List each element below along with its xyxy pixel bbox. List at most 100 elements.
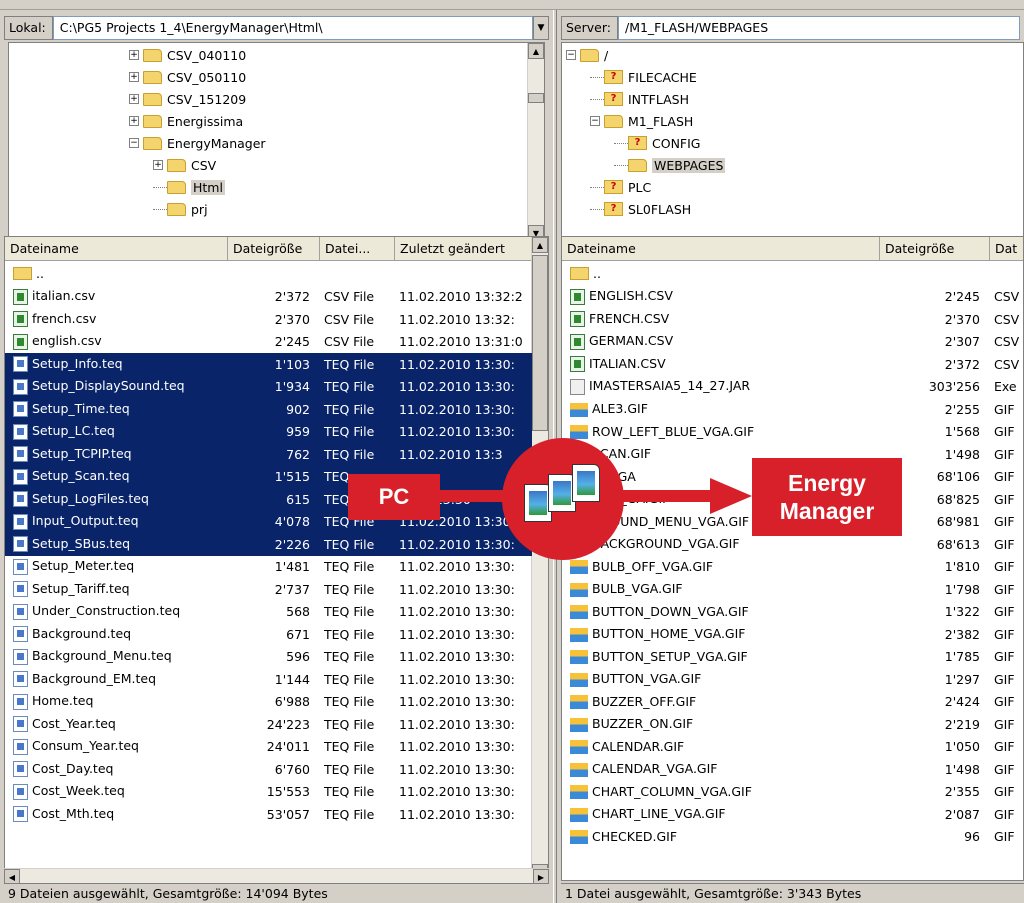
table-row[interactable]: Setup_Tariff.teq 2'737 TEQ File 11.02.2010 …	[5, 578, 532, 601]
table-row[interactable]: Setup_Info.teq 1'103 TEQ File 11.02.2010 13…	[5, 352, 532, 376]
scroll-up-icon[interactable]: ▲	[528, 43, 544, 59]
table-row[interactable]: FRENCH.CSV 2'370 CSV	[562, 308, 1023, 331]
table-row[interactable]: Cost_Week.teq 15'553 TEQ File 11.02.2010 13…	[5, 780, 532, 803]
col-header-type[interactable]: Datei...	[320, 237, 395, 260]
server-file-list[interactable]: Dateiname Dateigröße Dat .. ENGLISH.CSV 2'…	[561, 236, 1024, 881]
table-row[interactable]: GERMAN.CSV 2'307 CSV	[562, 330, 1023, 353]
file-modified: 11.02.2010 13:30:	[399, 536, 515, 552]
table-row[interactable]: BULB_VGA.GIF 1'798 GIF	[562, 578, 1023, 601]
table-row[interactable]: BUTTON_HOME_VGA.GIF 2'382 GIF	[562, 623, 1023, 646]
table-row[interactable]: ROW_LEFT_BLUE_VGA.GIF 1'568 GIF	[562, 420, 1023, 443]
parent-dir-row[interactable]: ..	[562, 262, 1023, 285]
parent-dir-label: ..	[593, 266, 601, 281]
file-name-cell: Cost_Year.teq	[5, 716, 228, 733]
local-list-scrollbar[interactable]: ▲ ▼	[531, 237, 548, 880]
table-row[interactable]: Background_EM.teq 1'144 TEQ File 11.02.2010…	[5, 668, 532, 691]
tree-item[interactable]: WEBPAGES	[614, 154, 726, 176]
table-row[interactable]: CHART_LINE_VGA.GIF 2'087 GIF	[562, 803, 1023, 826]
local-list-scroll-thumb[interactable]	[532, 255, 548, 431]
file-modified: 11.02.2010 13:30:	[399, 784, 515, 799]
file-size: 1'810	[944, 559, 980, 574]
col-header-size[interactable]: Dateigröße	[228, 237, 320, 260]
table-row[interactable]: Home.teq 6'988 TEQ File 11.02.2010 13:30:	[5, 690, 532, 713]
table-row[interactable]: Under_Construction.teq 568 TEQ File 11.02.2…	[5, 600, 532, 623]
tree-item[interactable]: prj	[153, 198, 208, 220]
tree-item[interactable]: − M1_FLASH	[590, 110, 693, 132]
col-header-name[interactable]: Dateiname	[5, 237, 228, 260]
collapse-icon[interactable]: −	[590, 116, 600, 126]
table-row[interactable]: Setup_DisplaySound.teq 1'934 TEQ File 11.02…	[5, 375, 532, 398]
table-row[interactable]: BUTTON_DOWN_VGA.GIF 1'322 GIF	[562, 600, 1023, 623]
table-row[interactable]: Cost_Year.teq 24'223 TEQ File 11.02.2010 13…	[5, 713, 532, 736]
table-row[interactable]: CHART_COLUMN_VGA.GIF 2'355 GIF	[562, 780, 1023, 803]
server-path-field[interactable]: /M1_FLASH/WEBPAGES	[617, 16, 1020, 40]
tree-item[interactable]: − EnergyManager	[129, 132, 266, 154]
tree-item[interactable]: ? PLC	[590, 176, 651, 198]
table-row[interactable]: BUZZER_OFF.GIF 2'424 GIF	[562, 690, 1023, 713]
local-tree-scrollbar[interactable]: ▲ ▼	[527, 43, 544, 241]
file-name: ENGLISH.CSV	[589, 288, 673, 304]
table-row[interactable]: ENGLISH.CSV 2'245 CSV	[562, 285, 1023, 308]
table-row[interactable]: english.csv 2'245 CSV File 11.02.2010 13:31…	[5, 330, 532, 353]
table-row[interactable]: BUZZER_ON.GIF 2'219 GIF	[562, 713, 1023, 736]
server-folder-tree[interactable]: − /? FILECACHE? INTFLASH − M1_FLASH? CONFIG WEB…	[561, 42, 1024, 242]
table-row[interactable]: BULB_OFF_VGA.GIF 1'810 GIF	[562, 555, 1023, 578]
table-row[interactable]: CALENDAR.GIF 1'050 GIF	[562, 735, 1023, 758]
expand-icon[interactable]: +	[129, 116, 139, 126]
parent-dir-row[interactable]: ..	[5, 262, 532, 285]
expand-icon[interactable]: +	[129, 94, 139, 104]
tree-item[interactable]: + CSV_040110	[129, 44, 246, 66]
local-path-dropdown-button[interactable]: ▼	[533, 16, 549, 40]
tree-item[interactable]: + CSV	[153, 154, 216, 176]
tree-item[interactable]: ? FILECACHE	[590, 66, 697, 88]
table-row[interactable]: ITALIAN.CSV 2'372 CSV	[562, 353, 1023, 376]
expand-icon[interactable]: +	[129, 50, 139, 60]
table-row[interactable]: Cost_Day.teq 6'760 TEQ File 11.02.2010 13:3…	[5, 758, 532, 781]
file-type: GIF	[994, 716, 1015, 732]
table-row[interactable]: french.csv 2'370 CSV File 11.02.2010 13:32:	[5, 308, 532, 331]
local-folder-tree[interactable]: ▲ ▼ + CSV_040110 + CSV_050110 + CSV_151209 + En…	[8, 42, 545, 242]
tree-item[interactable]: ? SL0FLASH	[590, 198, 691, 220]
collapse-icon[interactable]: −	[566, 50, 576, 60]
file-size: 2'737	[274, 581, 310, 597]
table-row[interactable]: Setup_SBus.teq 2'226 TEQ File 11.02.2010 13…	[5, 532, 532, 556]
table-row[interactable]: Background.teq 671 TEQ File 11.02.2010 13:3…	[5, 623, 532, 646]
tree-item[interactable]: + CSV_151209	[129, 88, 246, 110]
file-name-cell: BUTTON_SETUP_VGA.GIF	[562, 649, 880, 665]
local-tree-scroll-thumb[interactable]	[528, 93, 544, 103]
expand-icon[interactable]: +	[153, 160, 163, 170]
table-row[interactable]: italian.csv 2'372 CSV File 11.02.2010 13:32…	[5, 285, 532, 308]
table-row[interactable]: IMASTERSAIA5_14_27.JAR 303'256 Exe	[562, 375, 1023, 398]
table-row[interactable]: BUTTON_VGA.GIF 1'297 GIF	[562, 668, 1023, 691]
table-row[interactable]: Setup_Meter.teq 1'481 TEQ File 11.02.2010 1…	[5, 555, 532, 578]
local-file-list[interactable]: Dateiname Dateigröße Datei... Zuletzt ge…	[4, 236, 549, 881]
table-row[interactable]: CHECKED.GIF 96 GIF	[562, 825, 1023, 848]
collapse-icon[interactable]: −	[129, 138, 139, 148]
file-type: TEQ File	[324, 446, 375, 462]
gif-file-icon	[570, 785, 588, 800]
table-row[interactable]: Background_Menu.teq 596 TEQ File 11.02.2010…	[5, 645, 532, 668]
table-row[interactable]: Consum_Year.teq 24'011 TEQ File 11.02.2010 …	[5, 735, 532, 758]
folder-icon	[167, 202, 186, 216]
col-header-type[interactable]: Dat	[990, 237, 1023, 260]
table-row[interactable]: Setup_Time.teq 902 TEQ File 11.02.2010 13:3…	[5, 397, 532, 421]
scroll-up-icon[interactable]: ▲	[532, 237, 548, 253]
table-row[interactable]: Cost_Mth.teq 53'057 TEQ File 11.02.2010 13:…	[5, 803, 532, 826]
col-header-size[interactable]: Dateigröße	[880, 237, 990, 260]
tree-item[interactable]: + CSV_050110	[129, 66, 246, 88]
expand-icon[interactable]: +	[129, 72, 139, 82]
table-row[interactable]: Setup_TCPIP.teq 762 TEQ File 11.02.2010 13:…	[5, 442, 532, 466]
tree-item[interactable]: Html	[153, 176, 225, 198]
col-header-name[interactable]: Dateiname	[562, 237, 880, 260]
tree-item[interactable]: ? CONFIG	[614, 132, 700, 154]
table-row[interactable]: CALENDAR_VGA.GIF 1'498 GIF	[562, 758, 1023, 781]
tree-item[interactable]: + Energissima	[129, 110, 243, 132]
table-row[interactable]: ALE3.GIF 2'255 GIF	[562, 398, 1023, 421]
table-row[interactable]: BUTTON_SETUP_VGA.GIF 1'785 GIF	[562, 645, 1023, 668]
tree-item[interactable]: ? INTFLASH	[590, 88, 689, 110]
col-header-modified[interactable]: Zuletzt geändert	[395, 237, 532, 260]
file-name-cell: CHART_COLUMN_VGA.GIF	[562, 784, 880, 800]
local-path-field[interactable]: C:\PG5 Projects 1_4\EnergyManager\Html\	[52, 16, 533, 40]
tree-item[interactable]: − /	[566, 44, 608, 66]
table-row[interactable]: Setup_LC.teq 959 TEQ File 11.02.2010 13:30:	[5, 420, 532, 443]
